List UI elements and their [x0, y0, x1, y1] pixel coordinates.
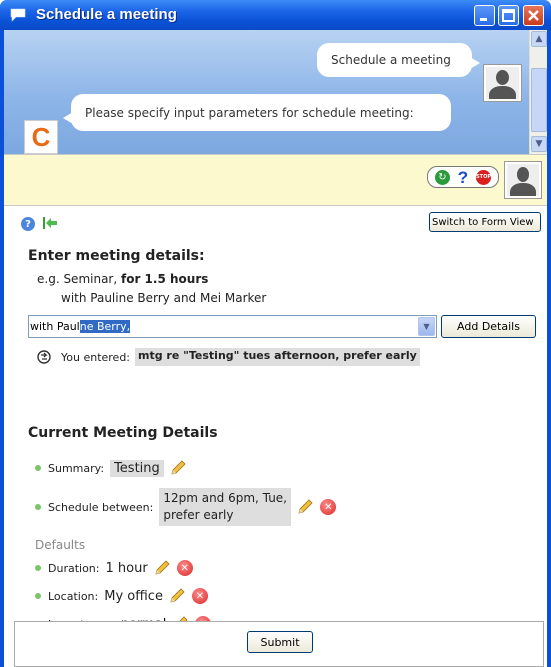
window-title: Schedule a meeting [36, 6, 177, 23]
bullet-icon [35, 593, 41, 599]
input-text[interactable]: with Paulne Berry, [30, 320, 131, 333]
summary-value: Testing [110, 459, 164, 477]
meeting-details-input[interactable]: with Paulne Berry, ▼ [28, 315, 437, 338]
minimize-icon [480, 18, 487, 21]
defaults-label: Defaults [35, 538, 86, 552]
chat-transcript[interactable]: Schedule a meeting Please specify input … [4, 30, 547, 154]
form-footer: Submit [14, 621, 544, 667]
location-label: Location: [48, 589, 99, 603]
edit-pencil-icon[interactable] [169, 459, 187, 477]
bullet-icon [35, 465, 41, 471]
minimize-button[interactable] [474, 5, 495, 26]
close-button[interactable] [523, 5, 544, 26]
maximize-button[interactable] [498, 5, 519, 26]
agent-message-text: Please specify input parameters for sche… [85, 105, 414, 120]
agent-logo-letter: C [31, 121, 51, 152]
agent-toolbar: ↻ ? STOP [4, 154, 547, 206]
input-typed-text: with Paul [30, 320, 80, 333]
help-icon[interactable]: ? [21, 217, 35, 231]
scroll-thumb[interactable] [531, 68, 547, 132]
agent-logo-icon: C [24, 120, 58, 154]
chat-scrollbar[interactable]: ▲ ▼ [529, 30, 547, 154]
summary-row: Summary: Testing [35, 459, 187, 477]
help-question-icon[interactable]: ? [458, 169, 468, 186]
scroll-up-arrow-icon[interactable]: ▲ [531, 31, 547, 47]
chat-bubble-icon [10, 8, 26, 22]
you-entered-label: You entered: [61, 351, 131, 364]
stop-icon[interactable]: STOP [476, 169, 492, 185]
add-details-button[interactable]: Add Details [441, 315, 536, 338]
location-row: Location: My office ✕ [35, 587, 208, 605]
meeting-form: ? Switch to Form View Enter meeting deta… [4, 206, 547, 621]
agent-message-bubble: Please specify input parameters for sche… [63, 94, 451, 131]
location-value: My office [104, 588, 163, 604]
summary-label: Summary: [48, 461, 105, 475]
edit-pencil-icon[interactable] [153, 559, 171, 577]
window-client-area: Schedule a meeting Please specify input … [4, 30, 547, 667]
agent-silhouette-icon [507, 164, 539, 196]
scroll-down-arrow-icon[interactable]: ▼ [531, 136, 547, 152]
example-prefix: e.g. Seminar, [37, 272, 121, 286]
edit-pencil-icon[interactable] [296, 498, 314, 516]
edit-pencil-icon[interactable] [168, 587, 186, 605]
user-message-text: Schedule a meeting [331, 53, 451, 67]
duration-row: Duration: 1 hour ✕ [35, 559, 193, 577]
back-arrow-icon[interactable] [42, 216, 58, 230]
agent-avatar [504, 161, 542, 199]
title-bar[interactable]: Schedule a meeting [0, 0, 551, 30]
input-autocomplete-selection: ne Berry, [79, 320, 131, 333]
bullet-icon [35, 504, 41, 510]
current-details-heading: Current Meeting Details [28, 425, 218, 441]
user-avatar [483, 64, 522, 102]
switch-to-form-view-button[interactable]: Switch to Form View [429, 212, 541, 232]
submit-button[interactable]: Submit [247, 631, 313, 653]
close-icon [528, 10, 539, 21]
schedule-value: 12pm and 6pm, Tue, prefer early [159, 488, 292, 526]
schedule-label: Schedule between: [48, 500, 154, 514]
enter-details-heading: Enter meeting details: [28, 248, 205, 264]
user-message-bubble: Schedule a meeting [317, 43, 480, 77]
duration-label: Duration: [48, 561, 100, 575]
maximize-icon [502, 9, 515, 22]
entered-arrow-icon [37, 350, 51, 364]
app-window: Schedule a meeting Schedule a meeting Pl… [0, 0, 551, 667]
you-entered-value: mtg re "Testing" tues afternoon, prefer … [135, 348, 420, 366]
refresh-icon[interactable]: ↻ [434, 169, 450, 185]
example-bold: for 1.5 hours [121, 272, 209, 286]
bullet-icon [35, 565, 41, 571]
example-line-1: e.g. Seminar, for 1.5 hours [37, 272, 208, 286]
duration-value: 1 hour [105, 560, 148, 576]
dropdown-arrow-icon[interactable]: ▼ [418, 317, 435, 336]
toolbar-icon-group: ↻ ? STOP [427, 166, 499, 188]
example-line-2: with Pauline Berry and Mei Marker [61, 291, 267, 305]
delete-icon[interactable]: ✕ [320, 499, 337, 515]
user-silhouette-icon [486, 67, 519, 99]
delete-icon[interactable]: ✕ [176, 560, 193, 576]
schedule-row: Schedule between: 12pm and 6pm, Tue, pre… [35, 488, 337, 526]
delete-icon[interactable]: ✕ [191, 588, 208, 604]
